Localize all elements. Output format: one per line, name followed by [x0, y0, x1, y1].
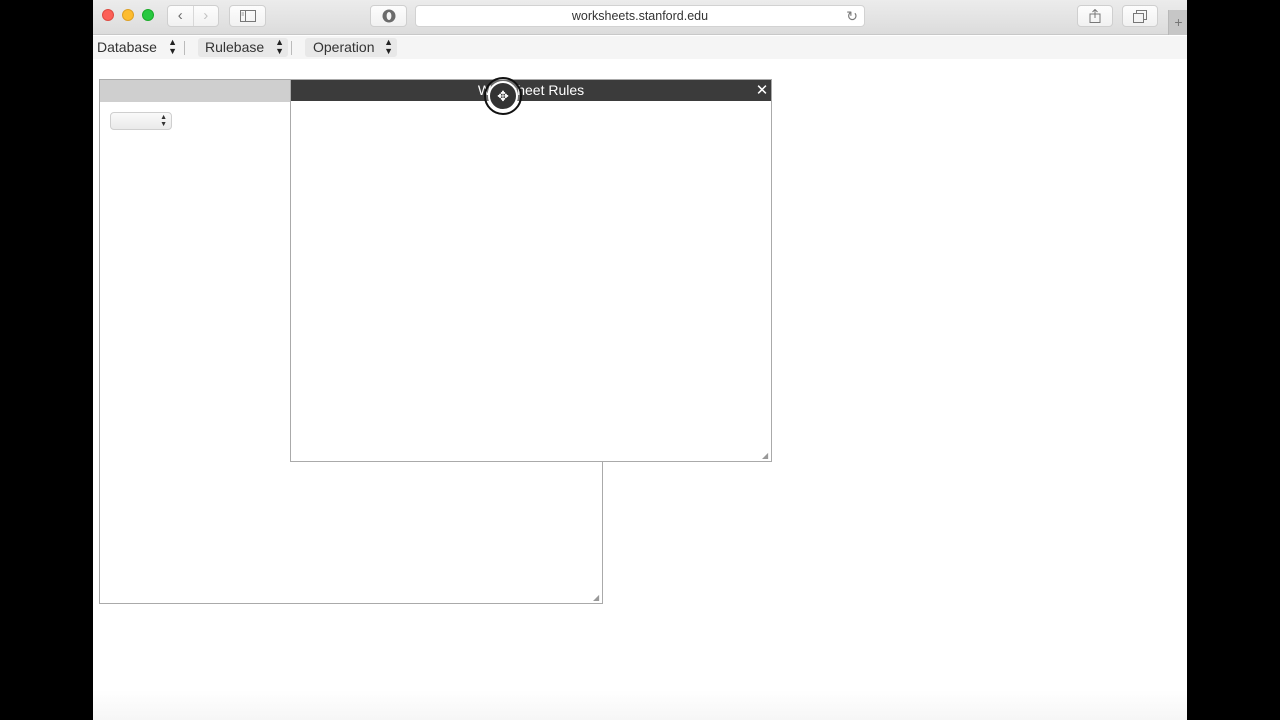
tabs-icon — [1133, 9, 1147, 23]
select-arrows-icon: ▲ ▼ — [160, 114, 167, 128]
address-text: worksheets.stanford.edu — [571, 9, 709, 23]
share-button[interactable] — [1077, 5, 1113, 27]
browser-window: ‹ › worksheets.stanford.edu ↻ + Database… — [93, 0, 1187, 720]
zoom-window-button[interactable] — [142, 9, 154, 21]
menu-separator — [291, 41, 292, 55]
worksheet-select[interactable]: ▲ ▼ — [110, 112, 172, 130]
operation-select[interactable]: Operation ▲ ▼ — [305, 38, 397, 57]
tabs-overview-button[interactable] — [1122, 5, 1158, 27]
close-icon[interactable]: ✕ — [755, 80, 769, 101]
rulebase-select[interactable]: Rulebase ▲ ▼ — [198, 38, 288, 57]
back-icon[interactable]: ‹ — [168, 6, 194, 26]
page-bottom-fade — [93, 690, 1187, 720]
reload-icon[interactable]: ↻ — [846, 6, 858, 26]
resize-handle-icon[interactable]: ◢ — [762, 452, 770, 460]
dialog-titlebar[interactable]: Worksheet Rules — [291, 80, 771, 101]
address-bar[interactable]: worksheets.stanford.edu ↻ — [415, 5, 865, 27]
database-label: Database — [97, 39, 157, 55]
select-arrows-icon: ▲ ▼ — [275, 37, 284, 56]
app-menubar: Database ▲ ▼ Rulebase ▲ ▼ Operation ▲ ▼ — [93, 36, 1187, 59]
move-cursor-icon: ✥ — [484, 77, 522, 115]
close-window-button[interactable] — [102, 9, 114, 21]
browser-toolbar: ‹ › worksheets.stanford.edu ↻ + — [93, 0, 1187, 35]
menu-separator — [184, 41, 185, 55]
select-arrows-icon: ▲ ▼ — [384, 37, 393, 56]
worksheet-rules-dialog: Worksheet Rules ✕ ◢ — [290, 79, 772, 462]
minimize-window-button[interactable] — [122, 9, 134, 21]
rulebase-label: Rulebase — [205, 39, 265, 55]
extension-icon — [382, 9, 395, 23]
sidebar-icon — [239, 10, 256, 22]
database-select[interactable]: Database ▲ ▼ — [93, 38, 181, 57]
sidebar-toggle-button[interactable] — [229, 5, 266, 27]
nav-buttons: ‹ › — [167, 5, 219, 27]
select-arrows-icon: ▲ ▼ — [168, 37, 177, 56]
share-icon — [1089, 9, 1101, 23]
extension-button[interactable] — [370, 5, 407, 27]
operation-label: Operation — [313, 39, 375, 55]
new-tab-button[interactable]: + — [1168, 10, 1187, 35]
forward-icon[interactable]: › — [194, 6, 219, 26]
resize-handle-icon[interactable]: ◢ — [593, 594, 601, 602]
